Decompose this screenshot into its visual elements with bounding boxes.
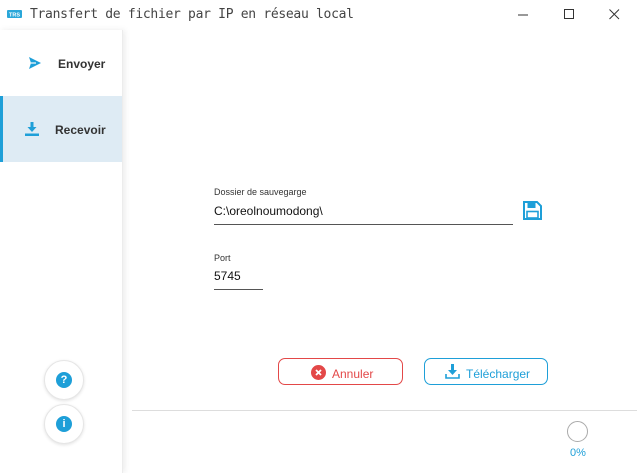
app-logo-icon: TRS (7, 10, 22, 19)
help-button[interactable]: ? (44, 360, 84, 400)
port-label: Port (214, 253, 231, 263)
close-button[interactable] (591, 0, 637, 30)
sidebar-item-label: Envoyer (58, 57, 106, 71)
progress-percent: 0% (570, 447, 586, 459)
port-field-underline (214, 289, 263, 290)
folder-field[interactable]: C:\oreolnoumodong\ (214, 204, 512, 218)
app-window: TRS Transfert de fichier par IP en résea… (0, 0, 637, 473)
cancel-button-label: Annuler (332, 367, 374, 381)
download-icon (25, 122, 39, 136)
status-divider (132, 410, 637, 411)
help-icon: ? (56, 372, 72, 388)
minimize-button[interactable] (500, 0, 546, 30)
sidebar-item-label: Recevoir (55, 123, 106, 137)
app-logo-text: TRS (9, 13, 20, 19)
maximize-button[interactable] (546, 0, 592, 30)
download-button[interactable]: Télécharger (424, 358, 548, 385)
save-icon[interactable] (523, 201, 542, 220)
sidebar: Envoyer Recevoir ? i (0, 30, 123, 473)
sidebar-item-recevoir[interactable]: Recevoir (0, 96, 122, 162)
title-bar[interactable]: TRS Transfert de fichier par IP en résea… (0, 0, 637, 30)
close-icon (609, 9, 620, 20)
minimize-icon (518, 14, 528, 16)
sidebar-item-envoyer[interactable]: Envoyer (0, 30, 122, 96)
window-title: Transfert de fichier par IP en réseau lo… (30, 7, 354, 22)
port-field[interactable]: 5745 (214, 269, 262, 283)
cancel-button[interactable]: Annuler (278, 358, 403, 385)
download-icon (445, 364, 460, 379)
folder-label: Dossier de sauvegarge (214, 187, 307, 197)
cancel-icon (311, 365, 326, 380)
folder-field-underline (214, 224, 513, 225)
info-icon: i (56, 416, 72, 432)
maximize-icon (564, 9, 574, 19)
progress-ring (567, 421, 588, 442)
download-button-label: Télécharger (466, 367, 531, 381)
send-icon (29, 57, 41, 69)
info-button[interactable]: i (44, 404, 84, 444)
